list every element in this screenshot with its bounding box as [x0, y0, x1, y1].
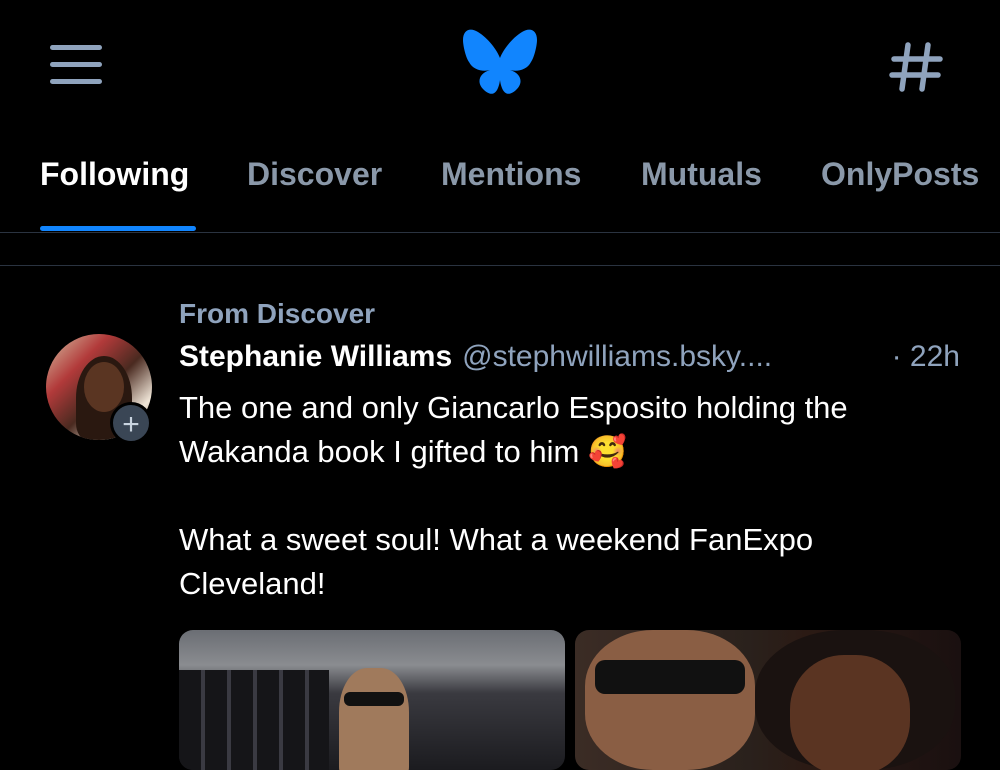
author-name[interactable]: Stephanie Williams: [179, 340, 452, 373]
image-person-face: [790, 655, 910, 770]
post-image-gallery: [179, 630, 961, 770]
post-text: The one and only Giancarlo Esposito hold…: [179, 390, 848, 601]
menu-bar-line: [50, 62, 102, 67]
post-image-1[interactable]: [179, 630, 565, 770]
top-bar: [0, 0, 1000, 130]
avatar-face: [84, 362, 124, 412]
image-person: [585, 630, 755, 770]
menu-bar-line: [50, 45, 102, 50]
author-handle[interactable]: @stephwilliams.bsky....: [462, 340, 772, 373]
image-glasses: [344, 692, 404, 706]
post-image-2[interactable]: [575, 630, 961, 770]
butterfly-logo-icon[interactable]: [461, 28, 539, 98]
post-author-line: Stephanie Williams @stephwilliams.bsky...…: [179, 340, 969, 374]
menu-bar-line: [50, 79, 102, 84]
tab-mentions[interactable]: Mentions: [441, 156, 581, 193]
hashtag-icon[interactable]: [884, 35, 948, 99]
post-reason-label: From Discover: [179, 298, 376, 329]
tab-discover[interactable]: Discover: [247, 156, 382, 193]
image-person: [339, 668, 409, 770]
hamburger-menu-icon[interactable]: [50, 45, 104, 85]
follow-plus-button[interactable]: +: [110, 402, 152, 444]
image-backdrop: [179, 670, 329, 770]
tab-mutuals[interactable]: Mutuals: [641, 156, 762, 193]
active-tab-indicator: [40, 226, 196, 231]
tab-following[interactable]: Following: [40, 156, 189, 193]
feed-tab-bar: Following Discover Mentions Mutuals Only…: [0, 140, 1000, 233]
post-timestamp[interactable]: · 22h: [883, 340, 960, 374]
tab-onlyposts[interactable]: OnlyPosts: [821, 156, 979, 193]
image-glasses: [595, 660, 745, 694]
feed-post[interactable]: From Discover + Stephanie Williams @steph…: [0, 266, 1000, 770]
